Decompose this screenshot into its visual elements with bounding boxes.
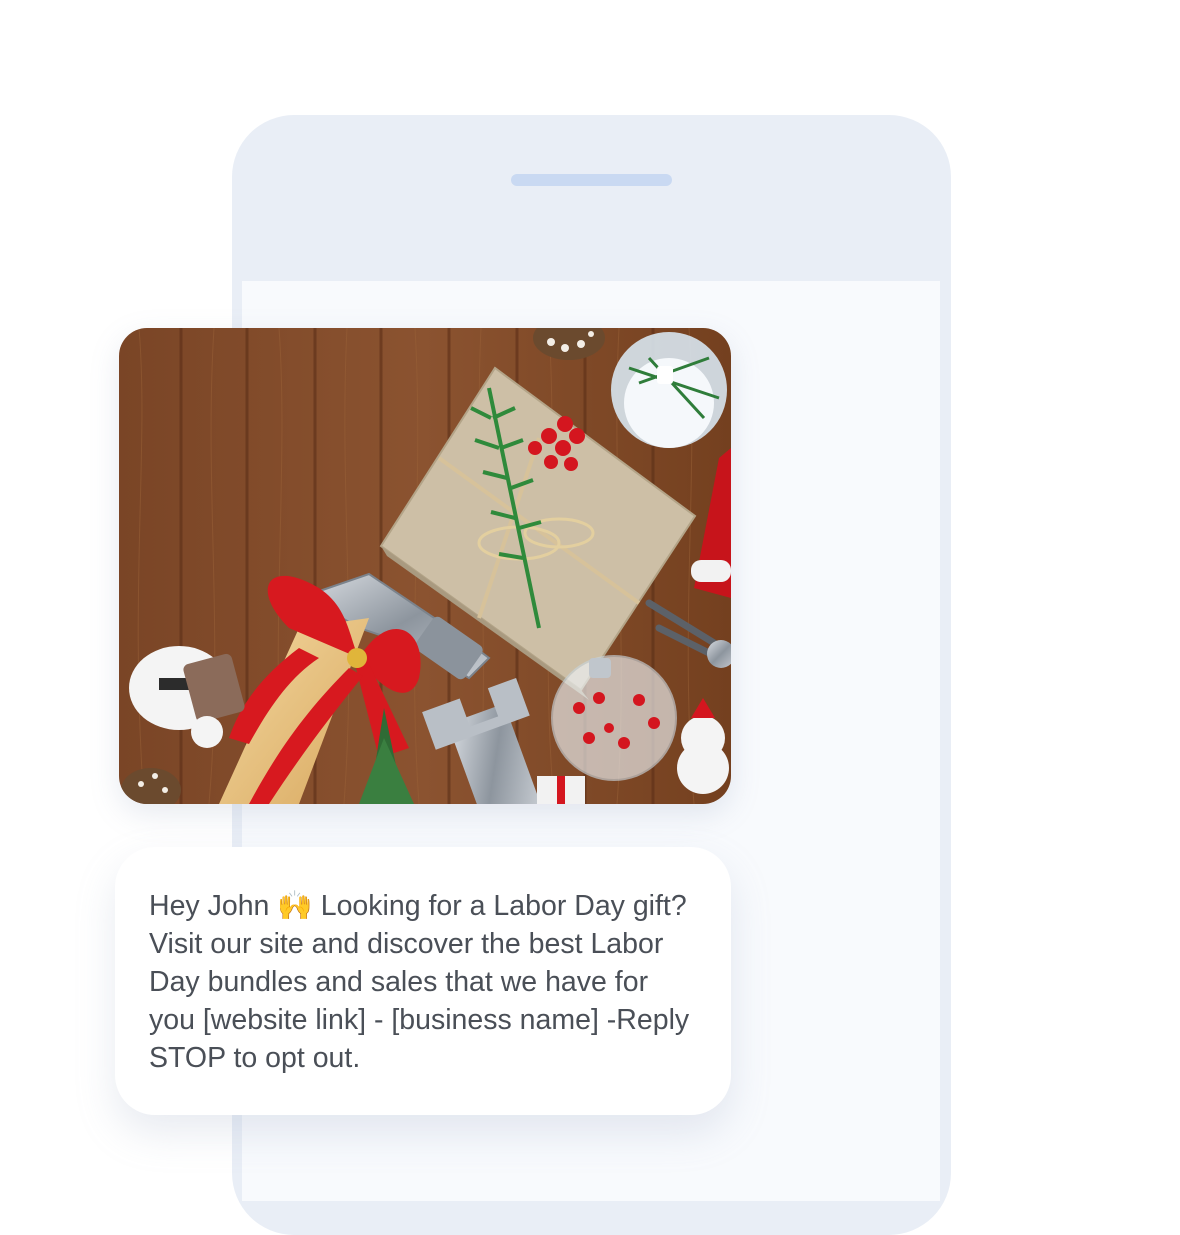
sms-message-bubble[interactable]: Hey John 🙌 Looking for a Labor Day gift?… <box>115 847 731 1115</box>
mms-image[interactable] <box>119 328 731 804</box>
sms-message-text: Hey John 🙌 Looking for a Labor Day gift?… <box>149 890 690 1074</box>
gift-tools-photo <box>119 328 731 804</box>
phone-speaker <box>511 174 672 186</box>
